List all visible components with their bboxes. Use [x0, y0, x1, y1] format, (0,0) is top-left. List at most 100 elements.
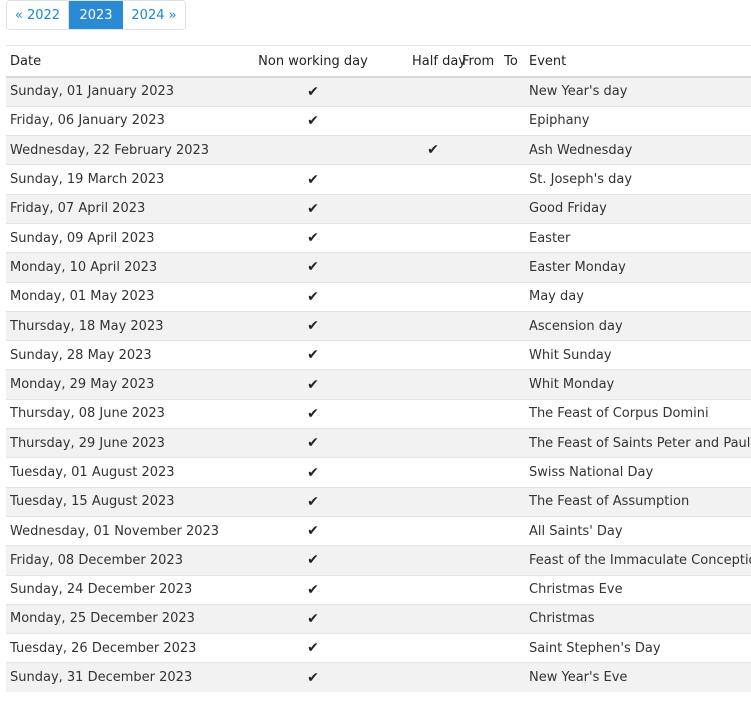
- half-day-check-icon: ✔: [408, 135, 458, 165]
- non-working-check-icon: ✔: [218, 369, 408, 400]
- non-working-check-icon: ✔: [218, 310, 408, 341]
- to-cell: [497, 633, 525, 663]
- non-working-check-icon: ✔: [218, 428, 408, 458]
- half-day-check-icon: [408, 603, 458, 634]
- event-cell: St. Joseph's day: [525, 164, 751, 195]
- holidays-table: Date Non working day Half day From To Ev…: [6, 45, 751, 693]
- next-year-link[interactable]: 2024 »: [123, 1, 185, 29]
- non-working-check-icon: ✔: [218, 398, 408, 429]
- table-row: Thursday, 18 May 2023 ✔ Ascension day: [6, 310, 751, 341]
- from-cell: [458, 105, 497, 136]
- half-day-check-icon: [408, 515, 458, 546]
- event-cell: The Feast of Saints Peter and Paul: [525, 428, 751, 458]
- date-cell: Tuesday, 15 August 2023: [6, 486, 218, 517]
- non-working-check-icon: ✔: [218, 252, 408, 283]
- half-day-check-icon: [408, 105, 458, 136]
- date-cell: Sunday, 09 April 2023: [6, 222, 218, 253]
- date-cell: Sunday, 24 December 2023: [6, 574, 218, 605]
- date-cell: Friday, 08 December 2023: [6, 545, 218, 576]
- event-cell: Ash Wednesday: [525, 135, 751, 165]
- table-row: Sunday, 01 January 2023 ✔ New Year's day: [6, 76, 751, 107]
- to-cell: [497, 340, 525, 370]
- event-cell: Epiphany: [525, 105, 751, 136]
- to-cell: [497, 76, 525, 107]
- to-cell: [497, 135, 525, 165]
- from-cell: [458, 633, 497, 663]
- table-row: Monday, 10 April 2023 ✔ Easter Monday: [6, 252, 751, 283]
- non-working-check-icon: ✔: [218, 603, 408, 634]
- to-cell: [497, 105, 525, 136]
- table-row: Tuesday, 26 December 2023 ✔ Saint Stephen'…: [6, 633, 751, 663]
- to-cell: [497, 515, 525, 546]
- non-working-check-icon: [218, 135, 408, 165]
- event-cell: New Year's day: [525, 76, 751, 107]
- half-day-check-icon: [408, 369, 458, 400]
- non-working-check-icon: ✔: [218, 281, 408, 312]
- date-cell: Monday, 01 May 2023: [6, 281, 218, 312]
- date-cell: Tuesday, 26 December 2023: [6, 633, 218, 663]
- from-cell: [458, 281, 497, 312]
- event-cell: New Year's Eve: [525, 662, 751, 693]
- event-cell: The Feast of Assumption: [525, 486, 751, 517]
- from-cell: [458, 574, 497, 605]
- half-day-check-icon: [408, 457, 458, 488]
- date-cell: Sunday, 31 December 2023: [6, 662, 218, 693]
- half-day-check-icon: [408, 76, 458, 107]
- table-row: Friday, 06 January 2023 ✔ Epiphany: [6, 105, 751, 136]
- non-working-check-icon: ✔: [218, 486, 408, 517]
- event-cell: The Feast of Corpus Domini: [525, 398, 751, 429]
- table-row: Sunday, 09 April 2023 ✔ Easter: [6, 222, 751, 253]
- prev-year-link[interactable]: « 2022: [7, 1, 69, 29]
- holidays-table-body: Sunday, 01 January 2023 ✔ New Year's day Fr…: [6, 76, 751, 693]
- from-cell: [458, 545, 497, 576]
- table-row: Monday, 29 May 2023 ✔ Whit Monday: [6, 369, 751, 400]
- date-cell: Thursday, 29 June 2023: [6, 428, 218, 458]
- half-day-check-icon: [408, 428, 458, 458]
- event-cell: Swiss National Day: [525, 457, 751, 488]
- table-row: Wednesday, 01 November 2023 ✔ All Saints' …: [6, 515, 751, 546]
- table-row: Friday, 08 December 2023 ✔ Feast of the Im…: [6, 545, 751, 576]
- table-row: Thursday, 29 June 2023 ✔ The Feast of Sain…: [6, 428, 751, 458]
- table-row: Monday, 01 May 2023 ✔ May day: [6, 281, 751, 312]
- event-cell: Feast of the Immaculate Conception: [525, 545, 751, 576]
- to-cell: [497, 428, 525, 458]
- half-day-check-icon: [408, 398, 458, 429]
- event-cell: Whit Monday: [525, 369, 751, 400]
- table-row: Sunday, 28 May 2023 ✔ Whit Sunday: [6, 340, 751, 370]
- table-row: Friday, 07 April 2023 ✔ Good Friday: [6, 193, 751, 224]
- to-cell: [497, 281, 525, 312]
- from-cell: [458, 515, 497, 546]
- half-day-check-icon: [408, 252, 458, 283]
- to-cell: [497, 369, 525, 400]
- from-cell: [458, 369, 497, 400]
- half-day-check-icon: [408, 340, 458, 370]
- header-to: To: [497, 45, 525, 78]
- table-row: Sunday, 19 March 2023 ✔ St. Joseph's day: [6, 164, 751, 195]
- date-cell: Thursday, 08 June 2023: [6, 398, 218, 429]
- half-day-check-icon: [408, 310, 458, 341]
- half-day-check-icon: [408, 545, 458, 576]
- to-cell: [497, 398, 525, 429]
- half-day-check-icon: [408, 486, 458, 517]
- from-cell: [458, 76, 497, 107]
- current-year-tab[interactable]: 2023: [69, 1, 123, 29]
- half-day-check-icon: [408, 222, 458, 253]
- event-cell: Ascension day: [525, 310, 751, 341]
- to-cell: [497, 662, 525, 693]
- date-cell: Wednesday, 22 February 2023: [6, 135, 218, 165]
- to-cell: [497, 193, 525, 224]
- year-pagination: « 2022 2023 2024 »: [6, 0, 186, 30]
- table-row: Tuesday, 01 August 2023 ✔ Swiss National D…: [6, 457, 751, 488]
- date-cell: Monday, 10 April 2023: [6, 252, 218, 283]
- to-cell: [497, 252, 525, 283]
- non-working-check-icon: ✔: [218, 662, 408, 693]
- from-cell: [458, 252, 497, 283]
- table-header-row: Date Non working day Half day From To Ev…: [6, 45, 751, 78]
- event-cell: Good Friday: [525, 193, 751, 224]
- from-cell: [458, 340, 497, 370]
- from-cell: [458, 164, 497, 195]
- event-cell: Whit Sunday: [525, 340, 751, 370]
- to-cell: [497, 457, 525, 488]
- date-cell: Thursday, 18 May 2023: [6, 310, 218, 341]
- event-cell: Christmas Eve: [525, 574, 751, 605]
